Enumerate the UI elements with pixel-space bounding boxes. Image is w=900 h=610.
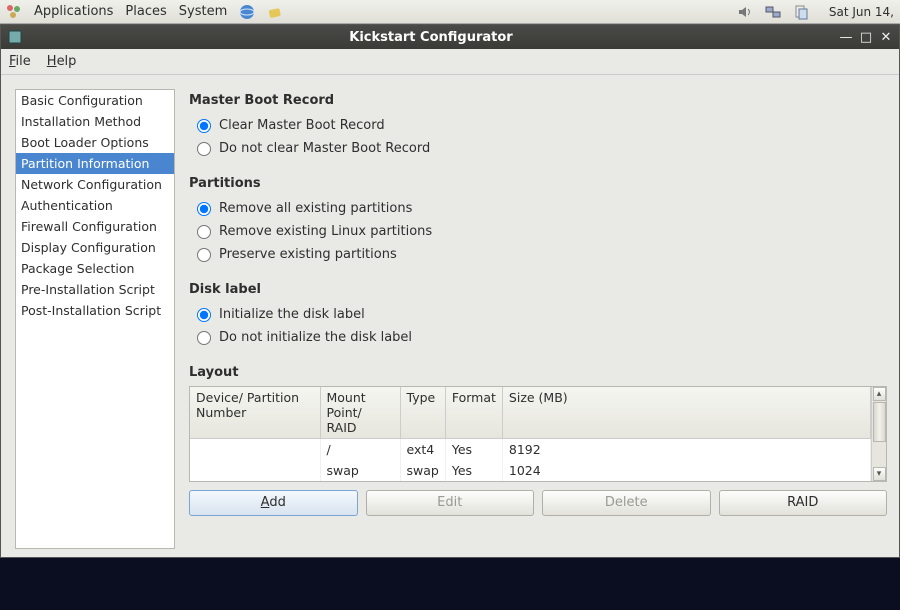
cell-device bbox=[190, 439, 320, 461]
sidebar-item-firewall-configuration[interactable]: Firewall Configuration bbox=[16, 216, 174, 237]
partition-panel: Master Boot Record Clear Master Boot Rec… bbox=[189, 89, 887, 549]
menu-help[interactable]: Help bbox=[47, 54, 77, 69]
category-sidebar: Basic ConfigurationInstallation MethodBo… bbox=[15, 89, 175, 549]
col-device[interactable]: Device/ Partition Number bbox=[190, 387, 320, 439]
partitions-heading: Partitions bbox=[189, 176, 887, 191]
radio-preserve-input[interactable] bbox=[197, 248, 211, 262]
radio-init-disklabel[interactable]: Initialize the disk label bbox=[197, 307, 887, 322]
radio-preserve[interactable]: Preserve existing partitions bbox=[197, 247, 887, 262]
bottom-task-panel bbox=[0, 558, 900, 610]
network-icon[interactable] bbox=[765, 4, 781, 20]
cell-size: 1024 bbox=[502, 460, 870, 481]
clipboard-icon[interactable] bbox=[793, 4, 809, 20]
table-row[interactable]: /ext4Yes8192 bbox=[190, 439, 871, 461]
start-menu-icon[interactable] bbox=[6, 4, 22, 20]
panel-clock[interactable]: Sat Jun 14, bbox=[829, 5, 894, 19]
radio-remove-linux-label: Remove existing Linux partitions bbox=[219, 224, 432, 239]
radio-remove-all[interactable]: Remove all existing partitions bbox=[197, 201, 887, 216]
cell-format: Yes bbox=[445, 439, 502, 461]
cell-size: 8192 bbox=[502, 439, 870, 461]
sidebar-item-boot-loader-options[interactable]: Boot Loader Options bbox=[16, 132, 174, 153]
window-titlebar[interactable]: Kickstart Configurator — □ ✕ bbox=[1, 25, 899, 49]
cell-type: swap bbox=[400, 460, 445, 481]
partition-button-row: Add Edit Delete RAID bbox=[189, 490, 887, 516]
add-button[interactable]: Add bbox=[189, 490, 358, 516]
cell-mount: swap bbox=[320, 460, 400, 481]
table-scrollbar[interactable]: ▴ ▾ bbox=[871, 387, 886, 481]
sidebar-item-network-configuration[interactable]: Network Configuration bbox=[16, 174, 174, 195]
panel-menu-places[interactable]: Places bbox=[125, 4, 166, 19]
radio-remove-all-input[interactable] bbox=[197, 202, 211, 216]
window-minimize-button[interactable]: — bbox=[839, 30, 853, 45]
sidebar-item-authentication[interactable]: Authentication bbox=[16, 195, 174, 216]
window-maximize-button[interactable]: □ bbox=[859, 30, 873, 45]
menubar: File Help bbox=[1, 49, 899, 75]
browser-launcher-icon[interactable] bbox=[239, 4, 255, 20]
table-row[interactable]: swapswapYes1024 bbox=[190, 460, 871, 481]
cell-type: ext4 bbox=[400, 439, 445, 461]
sidebar-item-display-configuration[interactable]: Display Configuration bbox=[16, 237, 174, 258]
radio-preserve-label: Preserve existing partitions bbox=[219, 247, 397, 262]
radio-noclear-mbr[interactable]: Do not clear Master Boot Record bbox=[197, 141, 887, 156]
window-title: Kickstart Configurator bbox=[23, 30, 839, 45]
radio-clear-mbr[interactable]: Clear Master Boot Record bbox=[197, 118, 887, 133]
radio-init-disklabel-label: Initialize the disk label bbox=[219, 307, 365, 322]
radio-noinit-disklabel-input[interactable] bbox=[197, 331, 211, 345]
col-format[interactable]: Format bbox=[445, 387, 502, 439]
mail-launcher-icon[interactable] bbox=[267, 4, 283, 20]
col-mount[interactable]: Mount Point/ RAID bbox=[320, 387, 400, 439]
sidebar-item-partition-information[interactable]: Partition Information bbox=[16, 153, 174, 174]
mbr-heading: Master Boot Record bbox=[189, 93, 887, 108]
radio-remove-linux[interactable]: Remove existing Linux partitions bbox=[197, 224, 887, 239]
radio-init-disklabel-input[interactable] bbox=[197, 308, 211, 322]
panel-menu-system[interactable]: System bbox=[179, 4, 227, 19]
delete-button[interactable]: Delete bbox=[542, 490, 711, 516]
sidebar-item-installation-method[interactable]: Installation Method bbox=[16, 111, 174, 132]
disklabel-heading: Disk label bbox=[189, 282, 887, 297]
radio-noinit-disklabel[interactable]: Do not initialize the disk label bbox=[197, 330, 887, 345]
system-top-panel: Applications Places System Sat Jun 14, bbox=[0, 0, 900, 24]
scroll-up-icon[interactable]: ▴ bbox=[873, 387, 886, 401]
radio-clear-mbr-label: Clear Master Boot Record bbox=[219, 118, 385, 133]
edit-button[interactable]: Edit bbox=[366, 490, 535, 516]
sidebar-item-pre-installation-script[interactable]: Pre-Installation Script bbox=[16, 279, 174, 300]
radio-noinit-disklabel-label: Do not initialize the disk label bbox=[219, 330, 412, 345]
radio-remove-linux-input[interactable] bbox=[197, 225, 211, 239]
sidebar-item-basic-configuration[interactable]: Basic Configuration bbox=[16, 90, 174, 111]
panel-menu-applications[interactable]: Applications bbox=[34, 4, 113, 19]
kickstart-window: Kickstart Configurator — □ ✕ File Help B… bbox=[0, 24, 900, 558]
partition-table: Device/ Partition Number Mount Point/ RA… bbox=[189, 386, 887, 482]
cell-format: Yes bbox=[445, 460, 502, 481]
radio-remove-all-label: Remove all existing partitions bbox=[219, 201, 412, 216]
table-header-row: Device/ Partition Number Mount Point/ RA… bbox=[190, 387, 871, 439]
window-close-button[interactable]: ✕ bbox=[879, 30, 893, 45]
radio-noclear-mbr-label: Do not clear Master Boot Record bbox=[219, 141, 430, 156]
col-size[interactable]: Size (MB) bbox=[502, 387, 870, 439]
scroll-down-icon[interactable]: ▾ bbox=[873, 467, 886, 481]
scroll-thumb[interactable] bbox=[873, 402, 886, 442]
volume-icon[interactable] bbox=[737, 4, 753, 20]
menu-file[interactable]: File bbox=[9, 54, 31, 69]
cell-device bbox=[190, 460, 320, 481]
app-icon bbox=[7, 29, 23, 45]
sidebar-item-post-installation-script[interactable]: Post-Installation Script bbox=[16, 300, 174, 321]
radio-clear-mbr-input[interactable] bbox=[197, 119, 211, 133]
col-type[interactable]: Type bbox=[400, 387, 445, 439]
cell-mount: / bbox=[320, 439, 400, 461]
raid-button[interactable]: RAID bbox=[719, 490, 888, 516]
layout-heading: Layout bbox=[189, 365, 887, 380]
radio-noclear-mbr-input[interactable] bbox=[197, 142, 211, 156]
sidebar-item-package-selection[interactable]: Package Selection bbox=[16, 258, 174, 279]
